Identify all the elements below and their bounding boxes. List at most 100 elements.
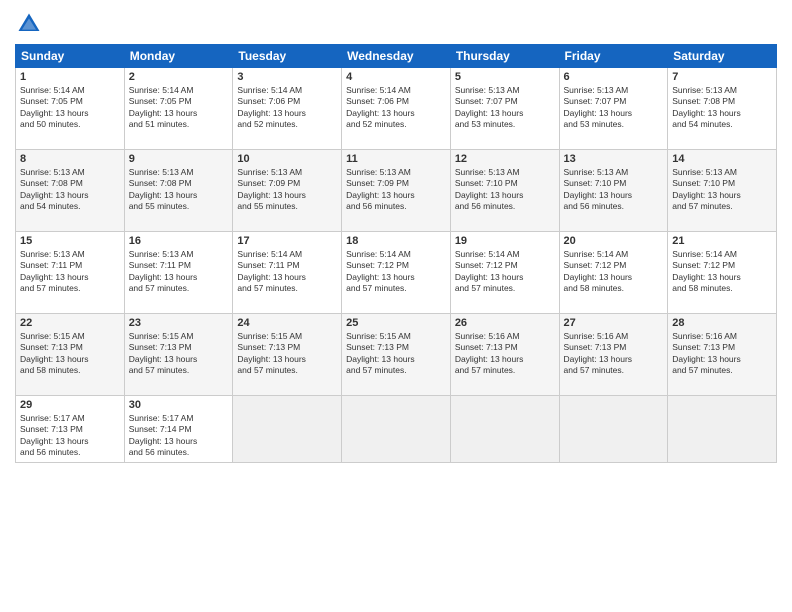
day-number: 5 <box>455 71 555 83</box>
calendar-cell: 22 Sunrise: 5:15 AM Sunset: 7:13 PM Dayli… <box>16 314 125 396</box>
calendar: SundayMondayTuesdayWednesdayThursdayFrid… <box>15 44 777 463</box>
calendar-cell: 10 Sunrise: 5:13 AM Sunset: 7:09 PM Dayli… <box>233 150 342 232</box>
day-info: Sunrise: 5:13 AM Sunset: 7:11 PM Dayligh… <box>20 249 120 295</box>
calendar-cell <box>233 396 342 463</box>
page: SundayMondayTuesdayWednesdayThursdayFrid… <box>0 0 792 612</box>
day-info: Sunrise: 5:14 AM Sunset: 7:05 PM Dayligh… <box>129 85 229 131</box>
header-row: SundayMondayTuesdayWednesdayThursdayFrid… <box>16 45 777 68</box>
day-number: 4 <box>346 71 446 83</box>
calendar-cell: 24 Sunrise: 5:15 AM Sunset: 7:13 PM Dayli… <box>233 314 342 396</box>
day-info: Sunrise: 5:13 AM Sunset: 7:08 PM Dayligh… <box>672 85 772 131</box>
logo <box>15 10 47 38</box>
day-number: 25 <box>346 317 446 329</box>
day-number: 7 <box>672 71 772 83</box>
calendar-cell: 18 Sunrise: 5:14 AM Sunset: 7:12 PM Dayli… <box>342 232 451 314</box>
logo-icon <box>15 10 43 38</box>
day-info: Sunrise: 5:16 AM Sunset: 7:13 PM Dayligh… <box>455 331 555 377</box>
calendar-cell: 7 Sunrise: 5:13 AM Sunset: 7:08 PM Daylig… <box>668 68 777 150</box>
calendar-cell: 8 Sunrise: 5:13 AM Sunset: 7:08 PM Daylig… <box>16 150 125 232</box>
day-info: Sunrise: 5:15 AM Sunset: 7:13 PM Dayligh… <box>20 331 120 377</box>
calendar-cell: 5 Sunrise: 5:13 AM Sunset: 7:07 PM Daylig… <box>450 68 559 150</box>
calendar-cell: 13 Sunrise: 5:13 AM Sunset: 7:10 PM Dayli… <box>559 150 668 232</box>
day-number: 2 <box>129 71 229 83</box>
day-number: 24 <box>237 317 337 329</box>
day-number: 30 <box>129 399 229 411</box>
calendar-cell: 12 Sunrise: 5:13 AM Sunset: 7:10 PM Dayli… <box>450 150 559 232</box>
day-info: Sunrise: 5:15 AM Sunset: 7:13 PM Dayligh… <box>237 331 337 377</box>
col-header-monday: Monday <box>124 45 233 68</box>
calendar-cell: 1 Sunrise: 5:14 AM Sunset: 7:05 PM Daylig… <box>16 68 125 150</box>
day-info: Sunrise: 5:13 AM Sunset: 7:08 PM Dayligh… <box>20 167 120 213</box>
day-number: 14 <box>672 153 772 165</box>
day-number: 3 <box>237 71 337 83</box>
col-header-sunday: Sunday <box>16 45 125 68</box>
day-info: Sunrise: 5:13 AM Sunset: 7:10 PM Dayligh… <box>455 167 555 213</box>
calendar-cell: 26 Sunrise: 5:16 AM Sunset: 7:13 PM Dayli… <box>450 314 559 396</box>
calendar-cell: 16 Sunrise: 5:13 AM Sunset: 7:11 PM Dayli… <box>124 232 233 314</box>
day-number: 27 <box>564 317 664 329</box>
day-info: Sunrise: 5:14 AM Sunset: 7:11 PM Dayligh… <box>237 249 337 295</box>
day-number: 13 <box>564 153 664 165</box>
col-header-wednesday: Wednesday <box>342 45 451 68</box>
day-number: 19 <box>455 235 555 247</box>
calendar-cell: 17 Sunrise: 5:14 AM Sunset: 7:11 PM Dayli… <box>233 232 342 314</box>
day-number: 20 <box>564 235 664 247</box>
day-info: Sunrise: 5:14 AM Sunset: 7:12 PM Dayligh… <box>346 249 446 295</box>
day-number: 16 <box>129 235 229 247</box>
calendar-cell: 25 Sunrise: 5:15 AM Sunset: 7:13 PM Dayli… <box>342 314 451 396</box>
day-number: 15 <box>20 235 120 247</box>
calendar-cell: 4 Sunrise: 5:14 AM Sunset: 7:06 PM Daylig… <box>342 68 451 150</box>
calendar-cell: 19Sunrise: 5:14 AM Sunset: 7:12 PM Dayli… <box>450 232 559 314</box>
calendar-cell <box>559 396 668 463</box>
day-info: Sunrise: 5:13 AM Sunset: 7:07 PM Dayligh… <box>564 85 664 131</box>
day-number: 28 <box>672 317 772 329</box>
day-number: 1 <box>20 71 120 83</box>
day-info: Sunrise: 5:15 AM Sunset: 7:13 PM Dayligh… <box>129 331 229 377</box>
calendar-cell: 20 Sunrise: 5:14 AM Sunset: 7:12 PM Dayli… <box>559 232 668 314</box>
day-number: 22 <box>20 317 120 329</box>
calendar-cell: 14Sunrise: 5:13 AM Sunset: 7:10 PM Dayli… <box>668 150 777 232</box>
calendar-cell: 11Sunrise: 5:13 AM Sunset: 7:09 PM Dayli… <box>342 150 451 232</box>
day-number: 23 <box>129 317 229 329</box>
day-info: Sunrise: 5:14 AM Sunset: 7:06 PM Dayligh… <box>237 85 337 131</box>
calendar-cell: 21Sunrise: 5:14 AM Sunset: 7:12 PM Dayli… <box>668 232 777 314</box>
day-number: 29 <box>20 399 120 411</box>
calendar-cell: 23 Sunrise: 5:15 AM Sunset: 7:13 PM Dayli… <box>124 314 233 396</box>
day-number: 10 <box>237 153 337 165</box>
calendar-cell <box>342 396 451 463</box>
header <box>15 10 777 38</box>
day-number: 18 <box>346 235 446 247</box>
day-info: Sunrise: 5:17 AM Sunset: 7:13 PM Dayligh… <box>20 413 120 459</box>
calendar-cell <box>668 396 777 463</box>
day-info: Sunrise: 5:13 AM Sunset: 7:08 PM Dayligh… <box>129 167 229 213</box>
calendar-cell: 29 Sunrise: 5:17 AM Sunset: 7:13 PM Dayli… <box>16 396 125 463</box>
calendar-cell: 30 Sunrise: 5:17 AM Sunset: 7:14 PM Dayli… <box>124 396 233 463</box>
day-info: Sunrise: 5:16 AM Sunset: 7:13 PM Dayligh… <box>564 331 664 377</box>
calendar-cell: 27 Sunrise: 5:16 AM Sunset: 7:13 PM Dayli… <box>559 314 668 396</box>
day-number: 26 <box>455 317 555 329</box>
day-number: 11 <box>346 153 446 165</box>
calendar-cell: 9 Sunrise: 5:13 AM Sunset: 7:08 PM Daylig… <box>124 150 233 232</box>
day-number: 8 <box>20 153 120 165</box>
day-info: Sunrise: 5:13 AM Sunset: 7:11 PM Dayligh… <box>129 249 229 295</box>
col-header-tuesday: Tuesday <box>233 45 342 68</box>
day-number: 17 <box>237 235 337 247</box>
calendar-cell: 2 Sunrise: 5:14 AM Sunset: 7:05 PM Daylig… <box>124 68 233 150</box>
day-info: Sunrise: 5:13 AM Sunset: 7:09 PM Dayligh… <box>237 167 337 213</box>
day-info: Sunrise: 5:14 AM Sunset: 7:06 PM Dayligh… <box>346 85 446 131</box>
day-info: Sunrise: 5:14 AM Sunset: 7:05 PM Dayligh… <box>20 85 120 131</box>
calendar-cell: 15 Sunrise: 5:13 AM Sunset: 7:11 PM Dayli… <box>16 232 125 314</box>
col-header-friday: Friday <box>559 45 668 68</box>
calendar-cell <box>450 396 559 463</box>
day-info: Sunrise: 5:14 AM Sunset: 7:12 PM Dayligh… <box>564 249 664 295</box>
calendar-cell: 3 Sunrise: 5:14 AM Sunset: 7:06 PM Daylig… <box>233 68 342 150</box>
day-info: Sunrise: 5:16 AM Sunset: 7:13 PM Dayligh… <box>672 331 772 377</box>
day-number: 6 <box>564 71 664 83</box>
day-info: Sunrise: 5:15 AM Sunset: 7:13 PM Dayligh… <box>346 331 446 377</box>
day-info: Sunrise: 5:13 AM Sunset: 7:07 PM Dayligh… <box>455 85 555 131</box>
day-number: 9 <box>129 153 229 165</box>
day-number: 12 <box>455 153 555 165</box>
day-number: 21 <box>672 235 772 247</box>
day-info: Sunrise: 5:13 AM Sunset: 7:10 PM Dayligh… <box>564 167 664 213</box>
day-info: Sunrise: 5:17 AM Sunset: 7:14 PM Dayligh… <box>129 413 229 459</box>
